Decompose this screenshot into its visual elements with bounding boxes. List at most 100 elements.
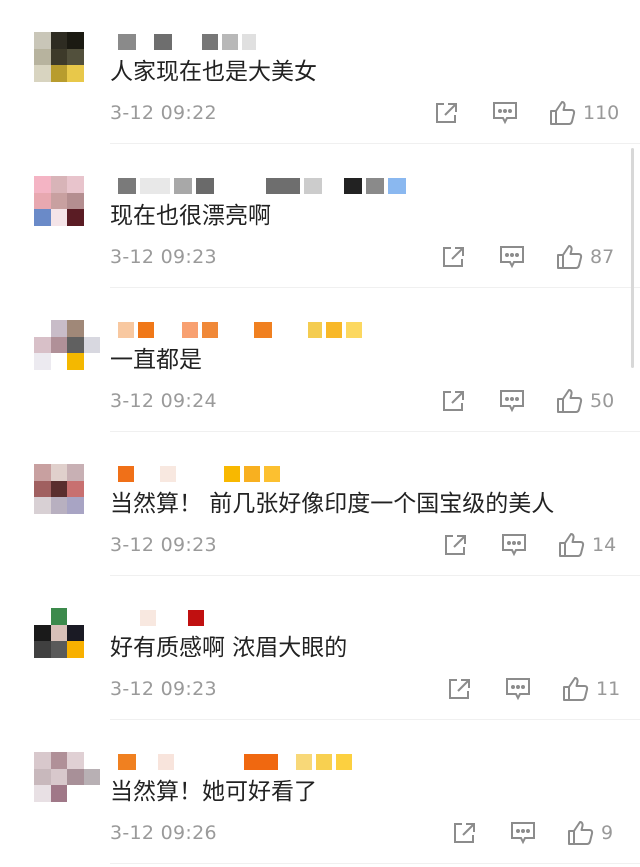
comment-time: 3-12 09:23 (110, 246, 217, 268)
username-mosaic-cell (118, 610, 136, 626)
avatar[interactable] (34, 464, 100, 514)
username-mosaic-cell (316, 754, 332, 770)
avatar-mosaic-cell (67, 65, 84, 82)
avatar-mosaic-cell (67, 608, 84, 625)
reply-button[interactable] (501, 530, 527, 560)
avatar[interactable] (34, 176, 100, 226)
username-blurred[interactable] (118, 178, 406, 194)
username-mosaic-cell (140, 34, 150, 50)
reply-button[interactable] (499, 386, 525, 416)
avatar[interactable] (34, 32, 100, 82)
avatar-mosaic-cell (34, 641, 51, 658)
avatar[interactable] (34, 752, 100, 802)
avatar-mosaic-cell (67, 480, 84, 498)
avatar-mosaic-cell (34, 624, 51, 642)
reply-button[interactable] (505, 674, 531, 704)
username-mosaic-cell (160, 610, 184, 626)
avatar-mosaic-cell (50, 209, 67, 226)
username-mosaic-cell (282, 754, 292, 770)
avatar-mosaic-cell (83, 608, 100, 625)
share-icon (445, 535, 466, 555)
avatar-mosaic-cell (67, 320, 84, 337)
username-mosaic-cell (180, 466, 220, 482)
username-blurred[interactable] (118, 610, 204, 626)
username-blurred[interactable] (118, 754, 352, 770)
share-icon (443, 247, 464, 267)
username-mosaic-cell (326, 178, 340, 194)
avatar[interactable] (34, 320, 100, 370)
avatar-mosaic-cell (50, 785, 67, 802)
comment-icon (493, 102, 517, 125)
comment-item: 当然算！她可好看了 3-12 09:26 9 (0, 720, 640, 864)
comment-item: 当然算！ 前几张好像印度一个国宝级的美人 3-12 09:23 14 (0, 432, 640, 576)
like-icon (550, 101, 576, 125)
avatar-mosaic-cell (34, 48, 51, 66)
like-count: 50 (590, 390, 615, 412)
username-mosaic-cell (242, 34, 256, 50)
reply-button[interactable] (492, 98, 518, 128)
like-count: 110 (583, 102, 620, 124)
username-mosaic-cell (176, 34, 198, 50)
like-button[interactable]: 50 (556, 386, 614, 416)
avatar[interactable] (34, 608, 100, 658)
username-blurred[interactable] (118, 322, 362, 338)
share-button[interactable] (434, 98, 460, 128)
username-mosaic-cell (218, 178, 262, 194)
like-button[interactable]: 11 (562, 674, 620, 704)
avatar-mosaic-cell (67, 768, 84, 786)
avatar-mosaic-cell (83, 353, 100, 370)
like-button[interactable]: 110 (549, 98, 619, 128)
username-mosaic-cell (188, 610, 204, 626)
share-button[interactable] (443, 530, 469, 560)
share-icon (449, 679, 470, 699)
avatar-mosaic-cell (50, 336, 67, 354)
avatar-mosaic-cell (83, 785, 100, 802)
reply-button[interactable] (510, 818, 536, 848)
comment-icon (500, 390, 524, 413)
avatar-mosaic-cell (83, 32, 100, 49)
username-blurred[interactable] (118, 34, 256, 50)
username-mosaic-cell (326, 322, 342, 338)
share-button[interactable] (441, 242, 467, 272)
username-mosaic-cell (140, 178, 170, 194)
avatar-mosaic-cell (34, 32, 51, 49)
avatar-mosaic-cell (50, 65, 67, 82)
share-button[interactable] (452, 818, 478, 848)
username-mosaic-cell (244, 754, 278, 770)
avatar-mosaic-cell (34, 752, 51, 769)
avatar-mosaic-cell (34, 497, 51, 514)
avatar-mosaic-cell (67, 785, 84, 802)
avatar-mosaic-cell (67, 192, 84, 210)
avatar-mosaic-cell (34, 320, 51, 337)
share-icon (436, 103, 457, 123)
username-mosaic-cell (264, 466, 280, 482)
avatar-mosaic-cell (67, 32, 84, 49)
share-icon (454, 823, 475, 843)
share-button[interactable] (447, 674, 473, 704)
avatar-mosaic-cell (67, 209, 84, 226)
avatar-mosaic-cell (50, 768, 67, 786)
like-button[interactable]: 87 (556, 242, 614, 272)
avatar-mosaic-cell (83, 209, 100, 226)
avatar-mosaic-cell (34, 176, 51, 193)
username-mosaic-cell (174, 178, 192, 194)
like-button[interactable]: 9 (567, 818, 613, 848)
avatar-mosaic-cell (83, 624, 100, 642)
comment-item: 人家现在也是大美女 3-12 09:22 110 (0, 0, 640, 144)
divider (110, 863, 640, 864)
username-mosaic-cell (266, 178, 300, 194)
like-button[interactable]: 14 (558, 530, 616, 560)
reply-button[interactable] (499, 242, 525, 272)
avatar-mosaic-cell (83, 480, 100, 498)
username-mosaic-cell (140, 610, 156, 626)
comment-text: 现在也很漂亮啊 (110, 203, 271, 229)
username-blurred[interactable] (118, 466, 280, 482)
scrollbar[interactable] (631, 148, 634, 368)
avatar-mosaic-cell (50, 641, 67, 658)
comment-time: 3-12 09:26 (110, 822, 217, 844)
username-mosaic-cell (158, 754, 174, 770)
username-mosaic-cell (346, 322, 362, 338)
comment-time: 3-12 09:23 (110, 678, 217, 700)
share-button[interactable] (441, 386, 467, 416)
avatar-mosaic-cell (34, 480, 51, 498)
